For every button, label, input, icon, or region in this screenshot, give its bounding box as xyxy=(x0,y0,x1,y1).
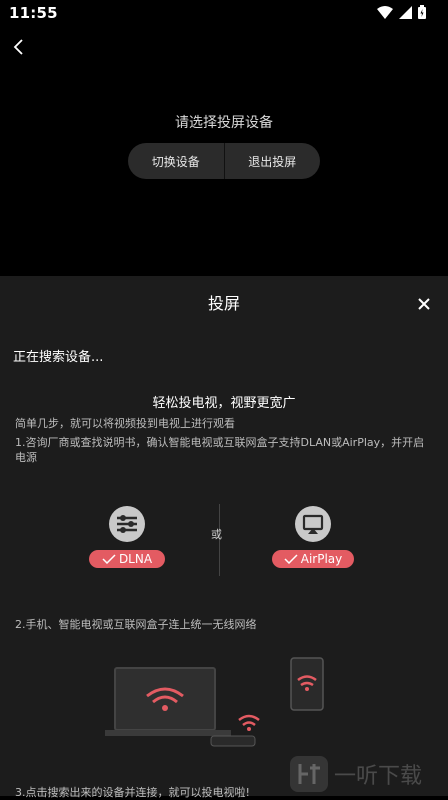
dlna-option: DLNA xyxy=(77,506,177,568)
back-arrow-icon xyxy=(13,39,23,55)
tagline: 轻松投电视，视野更宽广 xyxy=(152,396,296,411)
close-icon xyxy=(418,298,430,310)
check-icon xyxy=(102,554,116,564)
watermark-logo: 一听下载 xyxy=(288,752,448,796)
step-2-text: 2.手机、智能电视或互联网盒子连上统一无线网络 xyxy=(15,618,257,631)
step-1-text: 1.咨询厂商或查找说明书，确认智能电视或互联网盒子支持DLAN或AirPlay，… xyxy=(15,436,425,464)
battery-icon xyxy=(418,5,426,19)
status-bar: 11:55 xyxy=(0,0,448,24)
switch-device-button[interactable]: 切换设备 xyxy=(128,143,224,179)
close-button[interactable] xyxy=(414,294,434,314)
cast-actions: 切换设备 退出投屏 xyxy=(128,143,320,179)
or-label: 或 xyxy=(211,528,222,541)
back-button[interactable] xyxy=(8,34,36,62)
status-icons xyxy=(377,5,426,19)
dlna-label: DLNA xyxy=(118,552,153,566)
tv-wifi-illustration xyxy=(105,657,324,747)
signal-icon xyxy=(399,5,412,19)
exit-cast-button[interactable]: 退出投屏 xyxy=(225,143,321,179)
select-device-prompt: 请选择投屏设备 xyxy=(175,115,273,131)
step-3-text: 3.点击搜索出来的设备并连接，就可以投电视啦! xyxy=(15,786,250,799)
intro-text: 简单几步，就可以将视频投到电视上进行观看 xyxy=(15,417,235,430)
airplay-badge: AirPlay xyxy=(272,550,354,568)
sheet-title: 投屏 xyxy=(207,294,240,313)
cast-sheet: 投屏 正在搜索设备... 轻松投电视，视野更宽广 简单几步，就可以将视频投到电视… xyxy=(0,276,448,799)
searching-status: 正在搜索设备... xyxy=(13,350,104,365)
dlna-icon xyxy=(109,506,145,542)
airplay-label: AirPlay xyxy=(300,552,343,566)
airplay-icon xyxy=(295,506,331,542)
watermark-text: 一听下载 xyxy=(334,764,422,789)
status-time: 11:55 xyxy=(9,4,58,22)
airplay-option: AirPlay xyxy=(263,506,363,568)
network-illustration xyxy=(95,656,355,752)
wifi-icon xyxy=(377,5,393,19)
dlna-badge: DLNA xyxy=(89,550,165,568)
check-icon xyxy=(284,554,298,564)
